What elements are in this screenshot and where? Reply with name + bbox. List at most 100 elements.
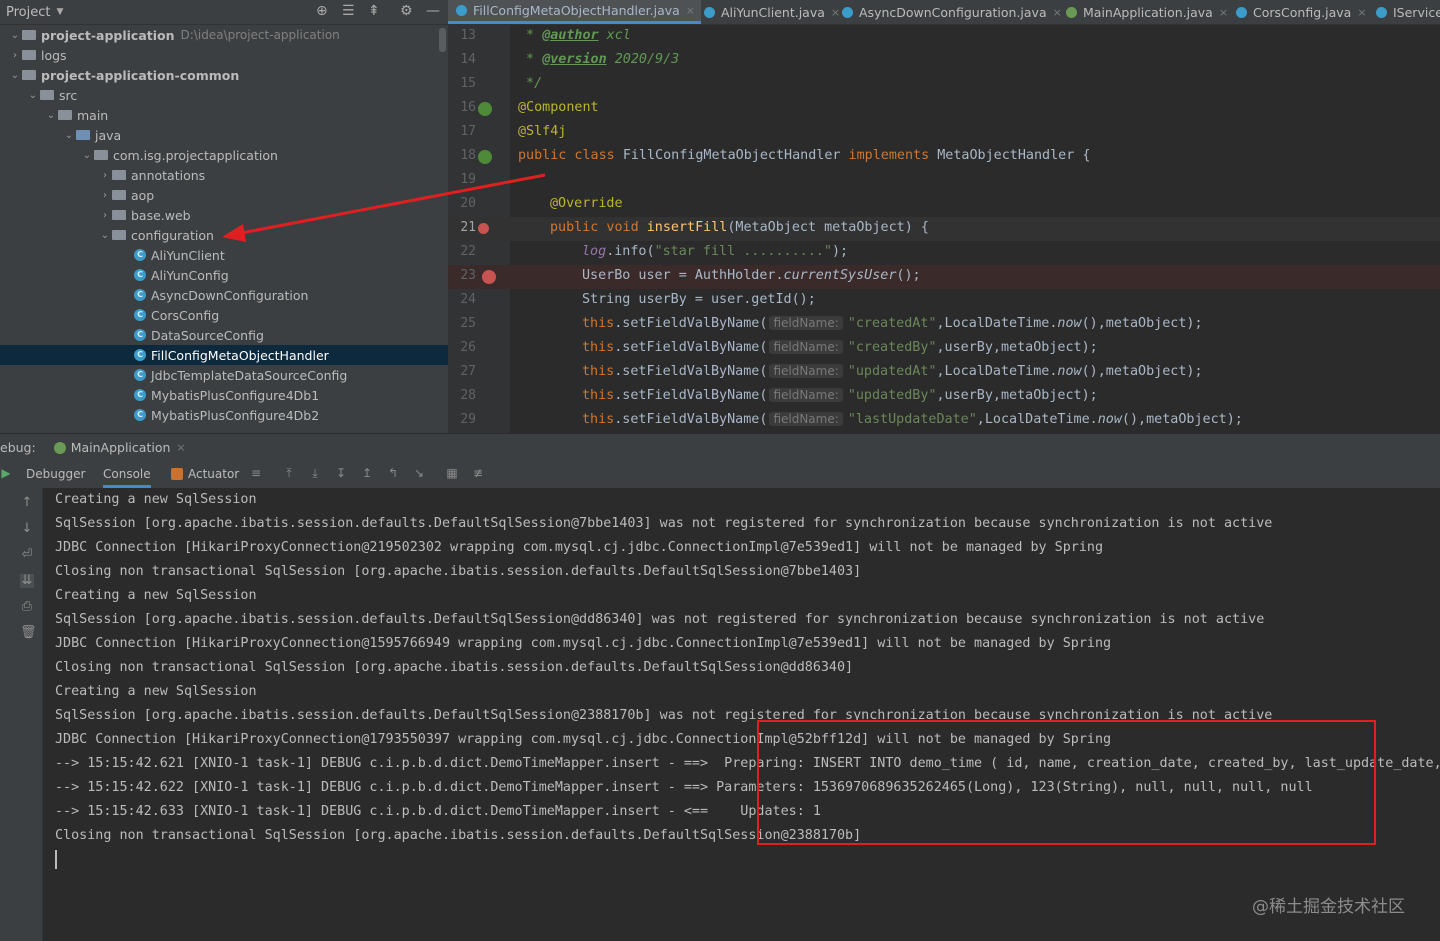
folder-icon — [58, 110, 72, 120]
class-icon: C — [134, 409, 146, 421]
implements-icon[interactable] — [478, 150, 492, 164]
project-view-selector[interactable]: Project — [6, 5, 50, 20]
breakpoint-icon[interactable] — [482, 270, 496, 284]
tab-actuator[interactable]: Actuator — [188, 460, 239, 488]
code-line: 26 this.setFieldValByName(fieldName: "cre… — [448, 337, 1440, 361]
chevron-down-icon[interactable]: ⌄ — [44, 110, 58, 121]
tree-item[interactable]: ⌄ java — [0, 125, 448, 145]
console-line: Creating a new SqlSession — [55, 492, 257, 507]
folder-icon — [22, 70, 36, 80]
tree-item[interactable]: ⌄ main — [0, 105, 448, 125]
tree-item[interactable]: C AliYunClient — [0, 245, 448, 265]
close-icon[interactable]: × — [1219, 6, 1228, 19]
trash-icon[interactable]: 🗑 — [20, 626, 37, 640]
locate-icon[interactable]: ⊕ — [316, 3, 328, 19]
gear-icon[interactable]: ⚙ — [400, 3, 413, 19]
chevron-down-icon[interactable]: ▼ — [56, 7, 63, 17]
tab-debugger[interactable]: Debugger — [26, 460, 85, 488]
folder-icon — [94, 150, 108, 160]
chevron-down-icon[interactable]: ⌄ — [8, 30, 22, 41]
tree-item[interactable]: C AsyncDownConfiguration — [0, 285, 448, 305]
editor-tab[interactable]: AsyncDownConfiguration.java × — [834, 0, 1068, 24]
line-number: 22 — [460, 244, 476, 259]
tree-item[interactable]: ⌄ project-application-common — [0, 65, 448, 85]
soft-wrap-icon[interactable]: ⏎ — [20, 548, 34, 562]
tree-item-label: java — [95, 127, 122, 143]
show-execution-point-icon[interactable]: ⤒ — [283, 467, 295, 479]
console-output[interactable]: Creating a new SqlSession SqlSession [org… — [43, 488, 1440, 941]
watermark: @稀土掘金技术社区 — [1252, 897, 1405, 917]
expand-all-icon[interactable]: ☰ — [342, 3, 355, 19]
tree-item[interactable]: C CorsConfig — [0, 305, 448, 325]
tree-item[interactable]: ⌄ configuration — [0, 225, 448, 245]
chevron-down-icon[interactable]: ⌄ — [62, 130, 76, 141]
editor-tab[interactable]: AliYunClient.java × — [696, 0, 846, 24]
project-scrollbar[interactable] — [439, 28, 446, 52]
tree-item[interactable]: › logs — [0, 45, 448, 65]
editor-tab[interactable]: IService — [1368, 0, 1440, 24]
tree-item-label: aop — [131, 187, 155, 203]
class-icon: C — [134, 309, 146, 321]
tree-item[interactable]: ⌄ project-application D:\idea\project-appl… — [0, 25, 448, 45]
chevron-right-icon[interactable]: › — [98, 170, 112, 181]
run-to-cursor-icon[interactable]: ↘ — [413, 467, 425, 479]
javadoc-tag: @version — [542, 52, 607, 67]
tree-item[interactable]: › aop — [0, 185, 448, 205]
console-line: JDBC Connection [HikariProxyConnection@1… — [55, 636, 1112, 651]
project-tool-window: Project ▼ ⊕ ☰ ⇞ ⚙ — ⌄ project-application… — [0, 0, 448, 433]
tree-item[interactable]: C AliYunConfig — [0, 265, 448, 285]
line-number: 14 — [460, 52, 476, 67]
tree-item[interactable]: › base.web — [0, 205, 448, 225]
evaluate-icon[interactable]: ▦ — [446, 467, 458, 479]
scroll-to-end-icon[interactable]: ⇊ — [20, 574, 34, 588]
code-line: 15 */ — [448, 73, 1440, 97]
up-arrow-icon[interactable]: ↑ — [20, 496, 34, 510]
tree-item-label: AliYunClient — [151, 247, 225, 263]
close-icon[interactable]: × — [686, 4, 695, 17]
run-config-tab[interactable]: MainApplication × — [53, 440, 186, 455]
tree-item-label: FillConfigMetaObjectHandler — [151, 347, 329, 363]
step-out-icon[interactable]: ↰ — [387, 467, 399, 479]
folder-icon — [112, 190, 126, 200]
force-step-into-icon[interactable]: ↥ — [361, 467, 373, 479]
tab-console[interactable]: Console — [103, 460, 151, 488]
chevron-down-icon[interactable]: ⌄ — [8, 70, 22, 81]
editor-tab[interactable]: FillConfigMetaObjectHandler.java × — [448, 0, 702, 24]
line-number: 21 — [460, 220, 476, 235]
tree-item[interactable]: C MybatisPlusConfigure4Db1 — [0, 385, 448, 405]
step-into-icon[interactable]: ↧ — [335, 467, 347, 479]
hide-icon[interactable]: — — [426, 3, 440, 19]
print-icon[interactable]: ⎙ — [20, 600, 34, 614]
tree-item[interactable]: ⌄ src — [0, 85, 448, 105]
tree-item[interactable]: C FillConfigMetaObjectHandler — [0, 345, 448, 365]
chevron-right-icon[interactable]: › — [98, 190, 112, 201]
folder-icon — [112, 170, 126, 180]
code-editor[interactable]: 13 * @author xcl 14 * @version 2020/9/3 … — [448, 25, 1440, 433]
resume-icon[interactable]: ▶ — [0, 467, 12, 479]
chevron-down-icon[interactable]: ⌄ — [80, 150, 94, 161]
close-icon[interactable]: × — [176, 441, 185, 454]
override-icon[interactable] — [478, 223, 489, 234]
close-icon[interactable]: × — [1357, 6, 1366, 19]
tree-item[interactable]: › annotations — [0, 165, 448, 185]
chevron-right-icon[interactable]: › — [98, 210, 112, 221]
tree-item[interactable]: ⌄ com.isg.projectapplication — [0, 145, 448, 165]
tree-item[interactable]: C DataSourceConfig — [0, 325, 448, 345]
chevron-right-icon[interactable]: › — [8, 50, 22, 61]
spring-bean-icon[interactable] — [478, 102, 492, 116]
highlight-box — [757, 720, 1376, 845]
tree-item[interactable]: C JdbcTemplateDataSourceConfig — [0, 365, 448, 385]
down-arrow-icon[interactable]: ↓ — [20, 522, 34, 536]
editor-tab[interactable]: CorsConfig.java × — [1228, 0, 1373, 24]
chevron-down-icon[interactable]: ⌄ — [26, 90, 40, 101]
javadoc-tag: @author — [542, 28, 599, 43]
parameter-hint: fieldName: — [769, 316, 843, 330]
editor-tab[interactable]: MainApplication.java × — [1058, 0, 1234, 24]
menu-icon[interactable]: ≡ — [250, 467, 262, 479]
collapse-all-icon[interactable]: ⇞ — [368, 3, 380, 19]
tree-item-label: JdbcTemplateDataSourceConfig — [151, 367, 348, 383]
trace-icon[interactable]: ≢ — [472, 467, 484, 479]
step-over-icon[interactable]: ⤓ — [309, 467, 321, 479]
chevron-down-icon[interactable]: ⌄ — [98, 230, 112, 241]
tree-item[interactable]: C MybatisPlusConfigure4Db2 — [0, 405, 448, 425]
